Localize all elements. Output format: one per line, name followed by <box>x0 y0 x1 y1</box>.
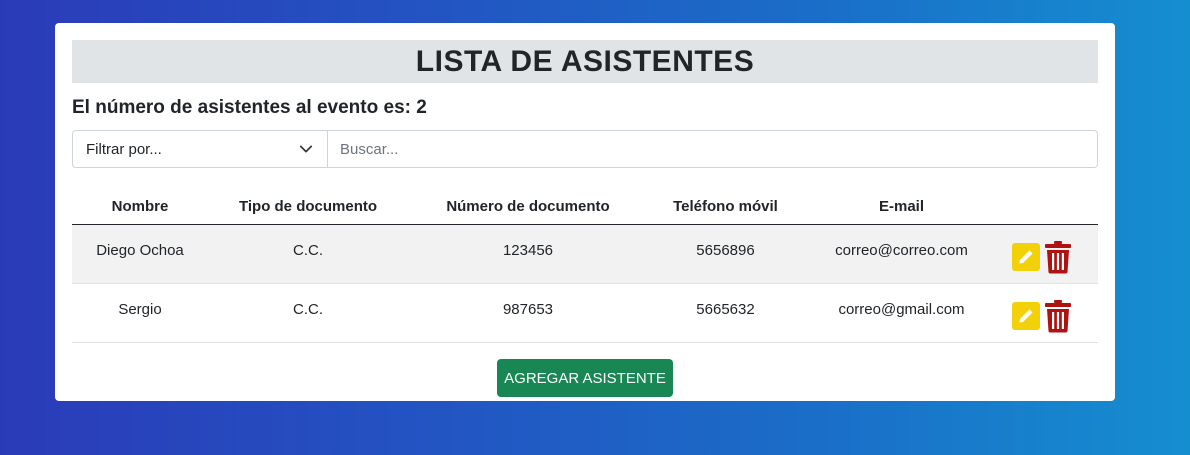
cell-numero-documento: 987653 <box>408 283 648 343</box>
column-header-numero-documento: Número de documento <box>408 188 648 225</box>
column-header-email: E-mail <box>803 188 1000 225</box>
cell-email: correo@gmail.com <box>803 283 1000 343</box>
attendee-count: El número de asistentes al evento es: 2 <box>72 97 427 118</box>
filter-select[interactable]: Filtrar por... <box>72 130 328 168</box>
cell-nombre: Sergio <box>72 283 208 343</box>
column-header-tipo-documento: Tipo de documento <box>208 188 408 225</box>
search-input[interactable] <box>328 130 1098 168</box>
cell-email: correo@correo.com <box>803 224 1000 284</box>
attendees-card: LISTA DE ASISTENTES El número de asisten… <box>55 23 1115 401</box>
table-header-row: Nombre Tipo de documento Número de docum… <box>72 188 1098 225</box>
column-header-actions <box>1000 188 1098 225</box>
trash-icon <box>1045 241 1071 274</box>
cell-telefono: 5656896 <box>648 224 803 284</box>
cell-actions <box>1000 283 1098 343</box>
delete-button[interactable] <box>1044 299 1072 333</box>
chevron-down-icon <box>299 145 313 153</box>
edit-button[interactable] <box>1012 302 1040 330</box>
trash-icon <box>1045 300 1071 333</box>
table-row: Diego Ochoa C.C. 123456 5656896 correo@c… <box>72 224 1098 284</box>
pencil-icon <box>1019 250 1033 264</box>
column-header-telefono: Teléfono móvil <box>648 188 803 225</box>
cell-telefono: 5665632 <box>648 283 803 343</box>
attendees-table: Nombre Tipo de documento Número de docum… <box>72 188 1098 343</box>
cell-numero-documento: 123456 <box>408 224 648 284</box>
add-attendee-button[interactable]: AGREGAR ASISTENTE <box>497 359 673 397</box>
column-header-nombre: Nombre <box>72 188 208 225</box>
delete-button[interactable] <box>1044 240 1072 274</box>
page-title: LISTA DE ASISTENTES <box>415 44 755 78</box>
footer-actions: AGREGAR ASISTENTE <box>72 359 1098 397</box>
cell-tipo-documento: C.C. <box>208 224 408 284</box>
cell-actions <box>1000 224 1098 284</box>
pencil-icon <box>1019 309 1033 323</box>
filter-select-value: Filtrar por... <box>86 140 162 158</box>
cell-tipo-documento: C.C. <box>208 283 408 343</box>
filter-bar: Filtrar por... <box>72 130 1098 168</box>
table-row: Sergio C.C. 987653 5665632 correo@gmail.… <box>72 283 1098 343</box>
title-bar: LISTA DE ASISTENTES <box>72 40 1098 83</box>
edit-button[interactable] <box>1012 243 1040 271</box>
cell-nombre: Diego Ochoa <box>72 224 208 284</box>
